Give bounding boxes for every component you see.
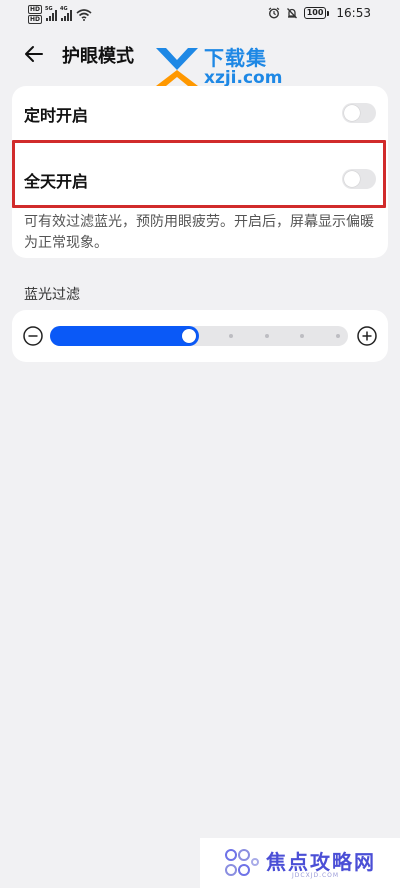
minus-circle-icon [23, 326, 43, 346]
highlight-box [12, 140, 386, 208]
watermark-bottom-sub: JDCXJD.COM [292, 872, 340, 879]
watermark-bottom: 焦点攻略网 JDCXJD.COM [200, 838, 400, 888]
blue-light-filter-title: 蓝光过滤 [24, 287, 80, 303]
watermark-bottom-text: 焦点攻略网 [266, 850, 376, 874]
signal-icon: 5G [45, 5, 58, 21]
status-bar: HD HD 5G 4G 100 16:53 [0, 0, 400, 28]
slider-tick [229, 334, 233, 338]
blue-light-slider[interactable] [50, 326, 348, 346]
blue-light-filter-card [12, 310, 388, 362]
scheduled-on-label: 定时开启 [24, 106, 89, 125]
arrow-left-icon [25, 46, 43, 62]
clock: 16:53 [336, 6, 371, 20]
alarm-icon [268, 7, 280, 19]
slider-thumb[interactable] [182, 329, 196, 343]
hd-badge: HD [28, 15, 43, 24]
slider-tick [300, 334, 304, 338]
status-left: HD HD 5G 4G [28, 5, 92, 24]
signal-icon: 4G [60, 5, 73, 21]
slider-tick [265, 334, 269, 338]
back-button[interactable] [20, 40, 48, 68]
wifi-icon [76, 8, 92, 21]
watermark-brand: 下载集 [204, 46, 267, 70]
page-title: 护眼模式 [62, 46, 134, 67]
scheduled-on-row[interactable]: 定时开启 [12, 86, 388, 142]
network-label: 5G [45, 5, 53, 12]
hd-badges: HD HD [28, 5, 43, 24]
slider-tick [336, 334, 340, 338]
circles-logo-icon [225, 849, 259, 876]
increase-button[interactable] [356, 325, 378, 347]
mute-bell-icon [286, 8, 297, 19]
status-right: 100 16:53 [268, 6, 371, 20]
decrease-button[interactable] [22, 325, 44, 347]
battery-icon: 100 [303, 7, 330, 19]
download-logo-icon [156, 48, 198, 86]
scheduled-on-toggle[interactable] [342, 103, 376, 123]
slider-fill [50, 326, 199, 346]
plus-circle-icon [357, 326, 377, 346]
network-label: 4G [60, 5, 68, 12]
eye-comfort-description: 可有效过滤蓝光，预防用眼疲劳。开启后，屏幕显示偏暖为正常现象。 [24, 214, 374, 251]
watermark-domain: xzji.com [204, 68, 283, 88]
hd-badge: HD [28, 5, 43, 14]
